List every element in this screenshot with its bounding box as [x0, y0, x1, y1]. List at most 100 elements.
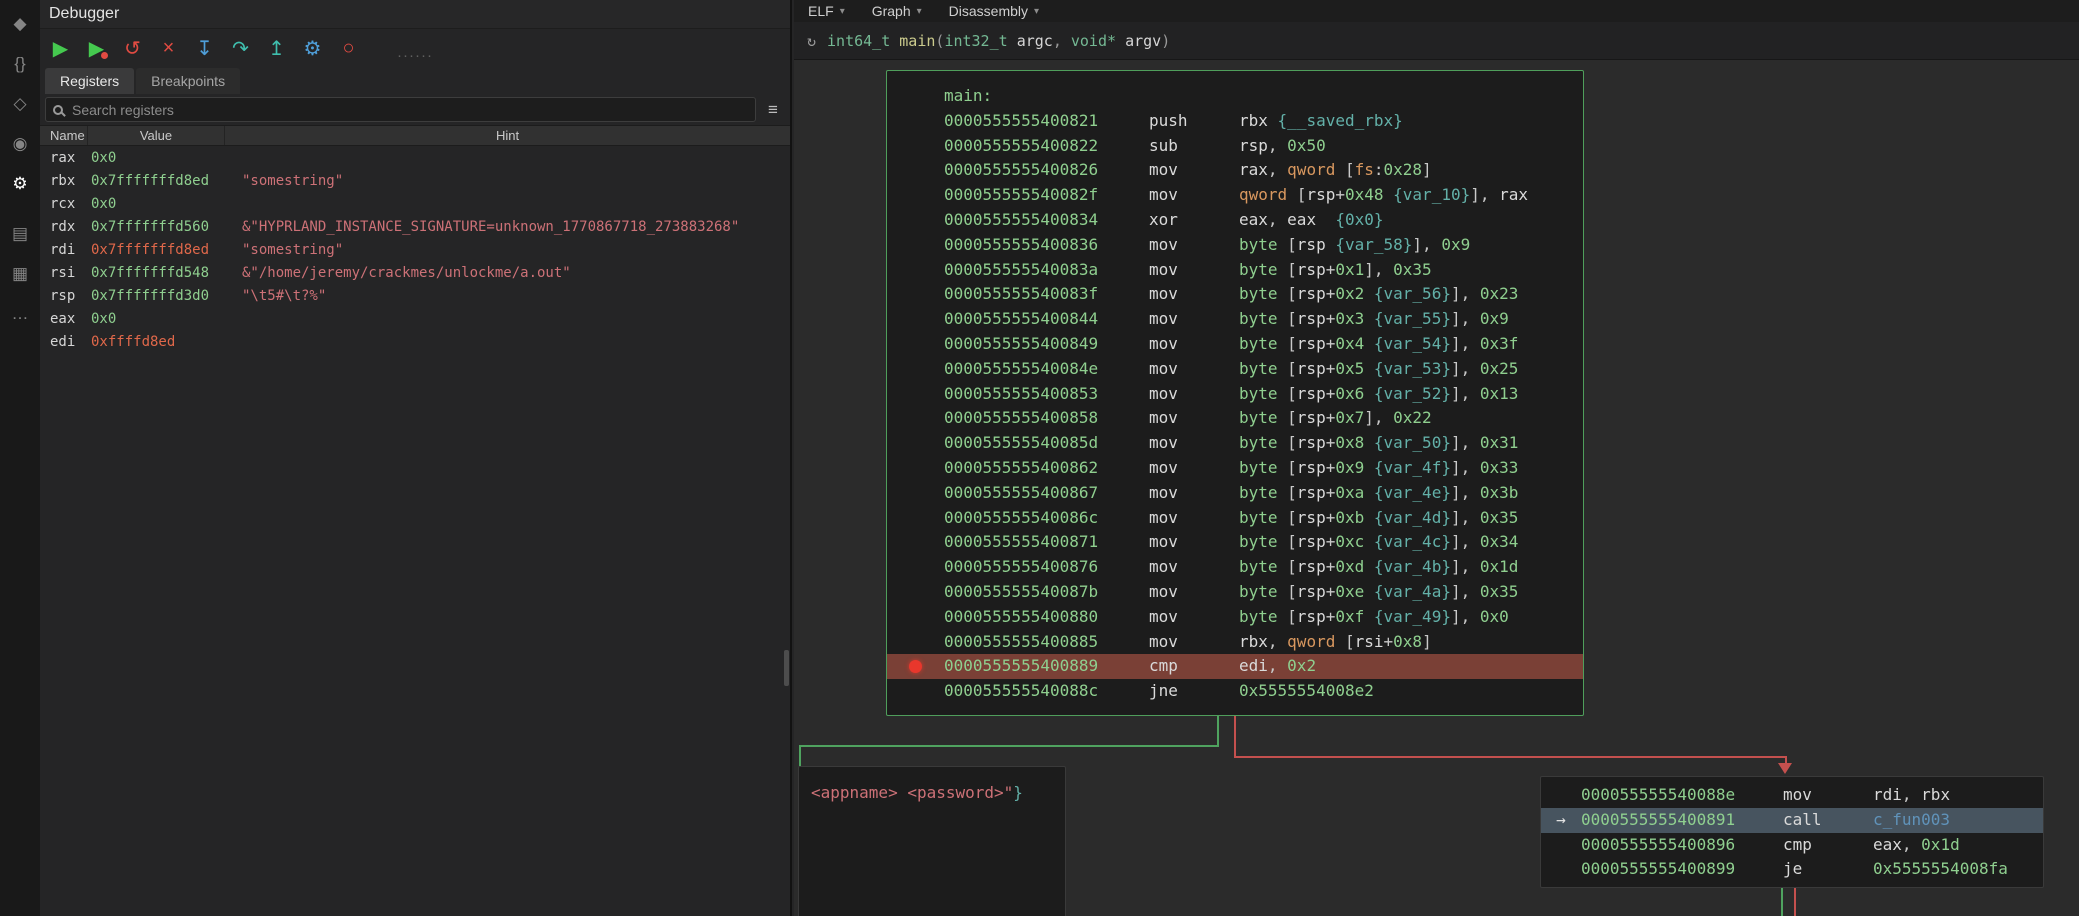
operand-token: 0x9: [1335, 456, 1364, 481]
operand-token: rsp: [1297, 481, 1326, 506]
disasm-line[interactable]: 0000555555400871movbyte [rsp+0xc {var_4c…: [887, 530, 1583, 555]
disasm-line[interactable]: 0000555555400896cmpeax, 0x1d: [1541, 833, 2043, 858]
register-row-rbx[interactable]: rbx0x7fffffffd8ed"somestring": [40, 169, 790, 192]
stack-icon[interactable]: ▤: [2, 214, 38, 254]
disasm-line[interactable]: <appname> <password>"}: [799, 781, 1065, 806]
disasm-line[interactable]: 0000555555400822subrsp, 0x50: [887, 134, 1583, 159]
disasm-line[interactable]: 0000555555400885movrbx, qword [rsi+0x8]: [887, 630, 1583, 655]
braces-icon[interactable]: {}: [2, 44, 38, 84]
more-icon[interactable]: …: [2, 294, 38, 334]
disasm-line[interactable]: 0000555555400867movbyte [rsp+0xa {var_4e…: [887, 481, 1583, 506]
disasm-line[interactable]: 000055555540088emovrdi, rbx: [1541, 783, 2043, 808]
operand-token: +: [1326, 258, 1336, 283]
register-row-rdi[interactable]: rdi0x7fffffffd8ed"somestring": [40, 238, 790, 261]
column-header-value[interactable]: Value: [88, 126, 225, 145]
step-return-button[interactable]: ↥: [263, 35, 290, 62]
settings-button[interactable]: ⚙: [299, 35, 326, 62]
instruction-address: 000055555540086c: [944, 506, 1149, 531]
disasm-line[interactable]: 0000555555400836movbyte [rsp {var_58}], …: [887, 233, 1583, 258]
register-row-rax[interactable]: rax0x0: [40, 146, 790, 169]
refresh-icon[interactable]: ↻: [807, 32, 816, 50]
register-row-edi[interactable]: edi0xffffd8ed: [40, 330, 790, 353]
operand-token: [: [1278, 357, 1297, 382]
step-return-icon: ↥: [268, 36, 285, 61]
table-options-button[interactable]: ≡: [761, 97, 785, 122]
register-row-eax[interactable]: eax0x0: [40, 307, 790, 330]
disasm-line[interactable]: 0000555555400853movbyte [rsp+0x6 {var_52…: [887, 382, 1583, 407]
menu-disassembly[interactable]: Disassembly▾: [949, 3, 1039, 19]
tag-icon[interactable]: ◇: [2, 84, 38, 124]
tab-breakpoints[interactable]: Breakpoints: [136, 68, 240, 94]
disasm-line[interactable]: 0000555555400858movbyte [rsp+0x7], 0x22: [887, 406, 1583, 431]
launch-button[interactable]: ▶: [83, 35, 110, 62]
operand-token: [1364, 431, 1374, 456]
register-row-rsi[interactable]: rsi0x7fffffffd548&"/home/jeremy/crackmes…: [40, 261, 790, 284]
step-over-button[interactable]: ↷: [227, 35, 254, 62]
pin-icon[interactable]: ◉: [2, 124, 38, 164]
operand-token: byte: [1239, 357, 1278, 382]
graph-view-icon[interactable]: ▦: [2, 254, 38, 294]
disasm-line[interactable]: →0000555555400891callc_fun003: [1541, 808, 2043, 833]
current-instruction-arrow: →: [1541, 808, 1581, 833]
disasm-line[interactable]: 000055555540087bmovbyte [rsp+0xe {var_4a…: [887, 580, 1583, 605]
register-value: 0xffffd8ed: [88, 334, 225, 350]
disasm-line[interactable]: 0000555555400844movbyte [rsp+0x3 {var_55…: [887, 307, 1583, 332]
disasm-line[interactable]: 0000555555400889cmpedi, 0x2: [887, 654, 1583, 679]
operand-token: 0x23: [1480, 282, 1519, 307]
disasm-line[interactable]: main:: [887, 84, 1583, 109]
panel-resize-handle[interactable]: ······: [397, 50, 433, 62]
operand-token: [: [1278, 530, 1297, 555]
column-header-hint[interactable]: Hint: [225, 126, 790, 145]
disasm-line[interactable]: 0000555555400862movbyte [rsp+0x9 {var_4f…: [887, 456, 1583, 481]
operand-token: +: [1326, 605, 1336, 630]
logo-icon[interactable]: ◆: [2, 4, 38, 44]
instruction-mnemonic: mov: [1149, 357, 1239, 382]
disasm-line[interactable]: 000055555540084emovbyte [rsp+0x5 {var_53…: [887, 357, 1583, 382]
disasm-line[interactable]: 0000555555400834xoreax, eax {0x0}: [887, 208, 1583, 233]
debugger-wrench-icon[interactable]: ⚙: [2, 164, 38, 204]
register-search-box[interactable]: [45, 97, 756, 122]
scrollbar-thumb[interactable]: [784, 650, 789, 686]
disasm-line[interactable]: 000055555540083amovbyte [rsp+0x1], 0x35: [887, 258, 1583, 283]
operand-token: c_fun003: [1873, 808, 1950, 833]
search-row: ≡: [40, 94, 790, 125]
operand-token: [: [1278, 332, 1297, 357]
kill-button[interactable]: ×: [155, 35, 182, 62]
search-input[interactable]: [70, 101, 748, 119]
graph-canvas[interactable]: main:0000555555400821pushrbx {__saved_rb…: [794, 60, 2079, 916]
continue-button[interactable]: ▶: [47, 35, 74, 62]
disasm-line[interactable]: 000055555540083fmovbyte [rsp+0x2 {var_56…: [887, 282, 1583, 307]
disasm-line[interactable]: 0000555555400821pushrbx {__saved_rbx}: [887, 109, 1583, 134]
disasm-line[interactable]: 000055555540086cmovbyte [rsp+0xb {var_4d…: [887, 506, 1583, 531]
menu-graph[interactable]: Graph▾: [872, 3, 922, 19]
disasm-line[interactable]: 0000555555400876movbyte [rsp+0xd {var_4b…: [887, 555, 1583, 580]
instruction-address: 0000555555400858: [944, 406, 1149, 431]
register-row-rsp[interactable]: rsp0x7fffffffd3d0"\t5#\t?%": [40, 284, 790, 307]
disasm-line[interactable]: 000055555540088cjne0x5555554008e2: [887, 679, 1583, 704]
step-into-button[interactable]: ↧: [191, 35, 218, 62]
operand-token: [: [1278, 481, 1297, 506]
breakpoint-gutter[interactable]: [887, 654, 944, 679]
disasm-line[interactable]: 0000555555400899je0x5555554008fa: [1541, 857, 2043, 882]
disasm-line[interactable]: 000055555540082fmovqword [rsp+0x48 {var_…: [887, 183, 1583, 208]
column-header-name[interactable]: Name: [40, 126, 88, 145]
restart-button[interactable]: ↺: [119, 35, 146, 62]
disasm-line[interactable]: 000055555540085dmovbyte [rsp+0x8 {var_50…: [887, 431, 1583, 456]
disasm-line[interactable]: 0000555555400826movrax, qword [fs:0x28]: [887, 158, 1583, 183]
register-row-rcx[interactable]: rcx0x0: [40, 192, 790, 215]
operand-token: edi: [1239, 654, 1268, 679]
operand-token: +: [1326, 357, 1336, 382]
menu-elf[interactable]: ELF▾: [808, 3, 845, 19]
disasm-line[interactable]: 0000555555400849movbyte [rsp+0x4 {var_54…: [887, 332, 1583, 357]
stop-button[interactable]: ○: [335, 35, 362, 62]
disasm-line[interactable]: 0000555555400880movbyte [rsp+0xf {var_49…: [887, 605, 1583, 630]
breakpoint-dot[interactable]: [909, 660, 922, 673]
operand-token: rsp: [1297, 555, 1326, 580]
operand-token: byte: [1239, 605, 1278, 630]
tab-registers[interactable]: Registers: [45, 68, 134, 94]
instruction-mnemonic: mov: [1149, 183, 1239, 208]
operand-token: qword: [1287, 158, 1335, 183]
register-row-rdx[interactable]: rdx0x7fffffffd560&"HYPRLAND_INSTANCE_SIG…: [40, 215, 790, 238]
instruction-address: 0000555555400871: [944, 530, 1149, 555]
operand-token: byte: [1239, 431, 1278, 456]
